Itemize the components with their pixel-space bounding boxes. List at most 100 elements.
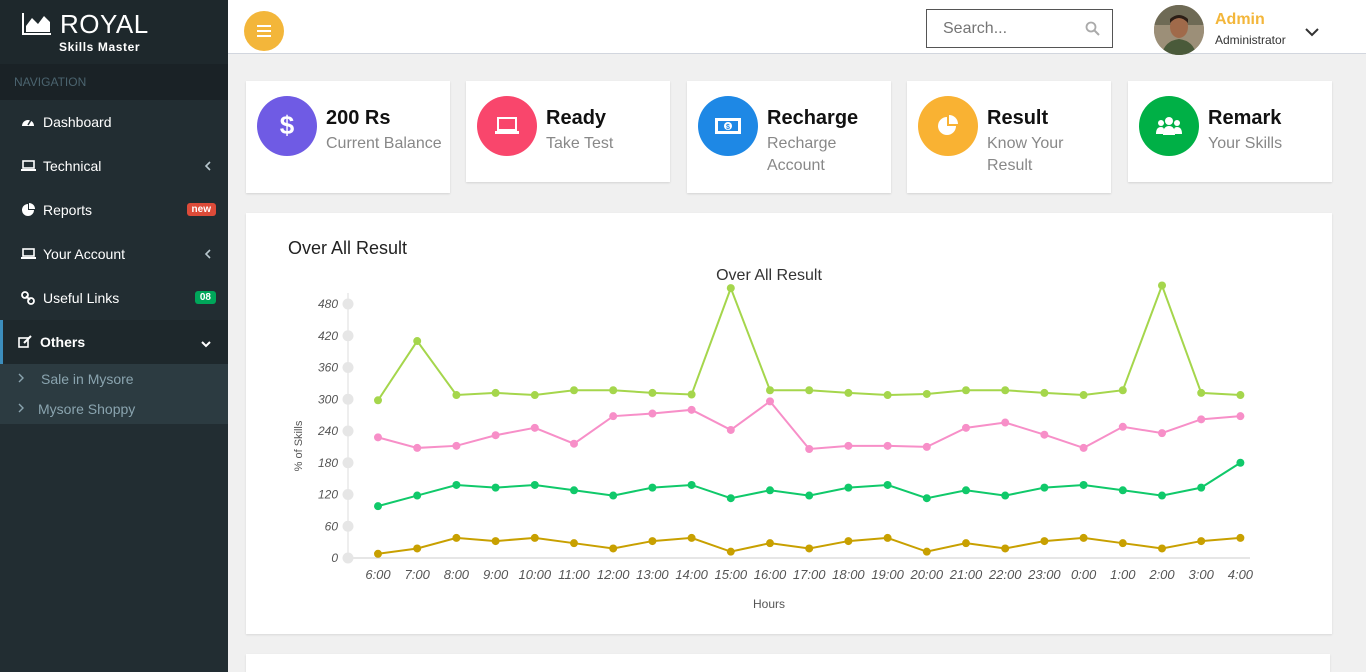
submenu-item-label: Mysore Shoppy — [38, 401, 136, 417]
user-name[interactable]: Admin — [1215, 11, 1265, 29]
nav-header: NAVIGATION — [0, 64, 228, 100]
search-input[interactable] — [927, 10, 1077, 47]
submenu-item-mysore-shoppy[interactable]: Mysore Shoppy — [0, 394, 228, 424]
card-label: Know Your Result — [987, 135, 1064, 174]
data-point — [530, 423, 539, 432]
x-tick-label: 8:00 — [444, 567, 470, 582]
y-tick-marker — [342, 362, 354, 373]
data-point — [374, 549, 382, 558]
data-point — [1040, 537, 1049, 546]
data-point — [687, 390, 696, 399]
submenu-item-sale-in-mysore[interactable]: Sale in Mysore — [0, 364, 228, 394]
data-point — [1158, 281, 1166, 290]
data-point — [648, 537, 657, 546]
x-tick-label: 1:00 — [1110, 567, 1136, 582]
secondary-panel — [246, 654, 1330, 672]
data-point — [962, 386, 970, 395]
data-point — [844, 388, 853, 397]
y-tick-marker — [342, 520, 354, 532]
user-role: Administrator — [1215, 33, 1286, 47]
money-icon: $ — [698, 96, 758, 156]
data-point — [1079, 533, 1088, 542]
data-point — [530, 391, 539, 400]
card-value: 200 Rs — [326, 107, 391, 129]
dollar-icon: $ — [257, 96, 317, 156]
data-point — [570, 386, 578, 395]
data-point — [726, 494, 735, 503]
laptop-icon — [19, 246, 37, 262]
data-point — [413, 544, 422, 553]
card-label: Current Balance — [326, 135, 442, 152]
y-tick-label: 60 — [325, 519, 339, 533]
data-point — [1158, 429, 1166, 438]
result-card[interactable]: Result Know Your Result — [907, 81, 1111, 193]
data-point — [805, 444, 814, 453]
y-tick-marker — [342, 489, 354, 500]
test-card[interactable]: Ready Take Test — [466, 81, 670, 182]
search-icon[interactable] — [1085, 21, 1100, 41]
data-point — [374, 502, 382, 511]
sidebar-item-useful-links[interactable]: Useful Links 08 — [0, 276, 228, 320]
x-tick-label: 3:00 — [1189, 567, 1215, 582]
data-point — [766, 386, 774, 395]
data-point — [530, 480, 539, 489]
x-tick-label: 17:00 — [793, 567, 826, 582]
count-badge: 08 — [194, 291, 216, 304]
svg-text:$: $ — [280, 112, 295, 140]
pie-chart-icon — [918, 96, 978, 156]
chevron-down-icon[interactable] — [1305, 24, 1319, 42]
balance-card[interactable]: $ 200 Rs Current Balance — [246, 81, 450, 193]
data-point — [766, 486, 774, 495]
sidebar-item-label: Useful Links — [43, 290, 120, 306]
x-tick-label: 15:00 — [715, 567, 748, 582]
x-tick-label: 13:00 — [636, 567, 669, 582]
y-axis-label: % of Skills — [293, 420, 305, 471]
data-point — [609, 491, 618, 500]
data-point — [687, 480, 696, 489]
laptop-icon — [477, 96, 537, 156]
data-point — [922, 547, 931, 556]
x-tick-label: 0:00 — [1071, 567, 1097, 582]
data-point — [491, 431, 500, 440]
sidebar-item-label: Dashboard — [43, 114, 112, 130]
x-tick-label: 7:00 — [405, 567, 431, 582]
data-point — [922, 494, 931, 503]
submenu-item-label: Sale in Mysore — [41, 371, 134, 387]
data-point — [1001, 418, 1010, 427]
sidebar-item-others[interactable]: Others — [0, 320, 228, 364]
data-point — [1079, 480, 1088, 489]
data-point — [922, 442, 931, 451]
sidebar-item-your-account[interactable]: Your Account — [0, 232, 228, 276]
sidebar-item-reports[interactable]: Reports new — [0, 188, 228, 232]
x-tick-label: 9:00 — [483, 567, 509, 582]
data-point — [1118, 386, 1127, 395]
data-point — [1197, 483, 1206, 492]
x-tick-label: 2:00 — [1148, 567, 1175, 582]
search-box — [926, 9, 1113, 48]
data-point — [413, 443, 422, 452]
data-point — [413, 337, 422, 346]
x-tick-label: 12:00 — [597, 567, 630, 582]
data-point — [1197, 388, 1206, 397]
y-tick-marker — [342, 330, 354, 342]
remark-card[interactable]: Remark Your Skills — [1128, 81, 1332, 182]
recharge-card[interactable]: $ Recharge Recharge Account — [687, 81, 891, 193]
data-point — [726, 284, 735, 293]
data-point — [570, 539, 578, 548]
data-point — [452, 391, 461, 400]
data-point — [1079, 391, 1088, 400]
menu-toggle-button[interactable] — [244, 11, 284, 51]
data-point — [491, 537, 500, 546]
data-point — [962, 486, 970, 495]
sidebar-item-technical[interactable]: Technical — [0, 144, 228, 188]
y-tick-label: 300 — [318, 392, 338, 406]
data-point — [1040, 388, 1049, 397]
chevron-right-icon — [18, 372, 24, 386]
data-point — [883, 441, 892, 450]
data-point — [1236, 533, 1245, 542]
sidebar-item-dashboard[interactable]: Dashboard — [0, 100, 228, 144]
avatar[interactable] — [1154, 5, 1204, 55]
data-point — [1236, 391, 1245, 400]
brand[interactable]: ROYAL Skills Master — [0, 0, 228, 64]
dashboard-icon — [19, 114, 37, 130]
